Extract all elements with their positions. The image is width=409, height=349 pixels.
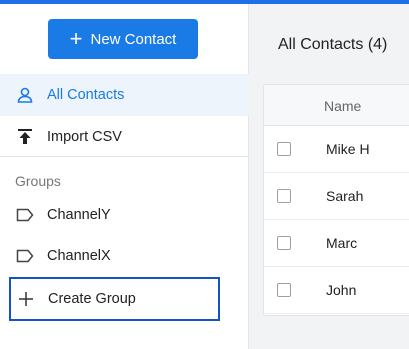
upload-icon — [16, 128, 34, 146]
contact-name: Marc — [326, 235, 358, 251]
create-group-label: Create Group — [48, 291, 136, 307]
contact-name: Sarah — [326, 188, 364, 204]
table-row[interactable]: John — [264, 267, 409, 314]
sidebar-item-label: Import CSV — [47, 129, 122, 145]
new-contact-label: New Contact — [90, 30, 177, 48]
page-title: All Contacts (4) — [278, 36, 388, 53]
plus-icon — [17, 290, 35, 308]
row-checkbox[interactable] — [277, 189, 291, 203]
label-icon — [16, 206, 34, 224]
row-checkbox[interactable] — [277, 236, 291, 250]
column-header-name[interactable]: Name — [324, 98, 361, 114]
table-row[interactable]: Mike H — [264, 126, 409, 173]
new-contact-button[interactable]: + New Contact — [48, 19, 198, 59]
sidebar-item-label: ChannelY — [47, 207, 111, 223]
contact-name: John — [326, 282, 357, 298]
sidebar-item-channely[interactable]: ChannelY — [0, 194, 249, 236]
divider — [0, 156, 249, 157]
create-group-button[interactable]: Create Group — [9, 277, 220, 321]
sidebar: + New Contact All Contacts Import CSV Gr… — [0, 4, 249, 349]
sidebar-item-label: All Contacts — [47, 87, 125, 103]
person-icon — [16, 86, 34, 104]
contact-name: Mike H — [326, 141, 370, 157]
table-header: Name — [264, 85, 409, 126]
sidebar-item-all-contacts[interactable]: All Contacts — [0, 74, 249, 116]
contacts-table: Name Mike H Sarah Marc John — [263, 84, 409, 316]
row-checkbox[interactable] — [277, 283, 291, 297]
sidebar-item-import-csv[interactable]: Import CSV — [0, 116, 249, 158]
plus-icon: + — [69, 26, 83, 51]
sidebar-item-channelx[interactable]: ChannelX — [0, 235, 249, 277]
row-checkbox[interactable] — [277, 142, 291, 156]
label-icon — [16, 247, 34, 265]
groups-heading: Groups — [15, 173, 61, 189]
sidebar-item-label: ChannelX — [47, 248, 111, 264]
table-row[interactable]: Marc — [264, 220, 409, 267]
table-row[interactable]: Sarah — [264, 173, 409, 220]
